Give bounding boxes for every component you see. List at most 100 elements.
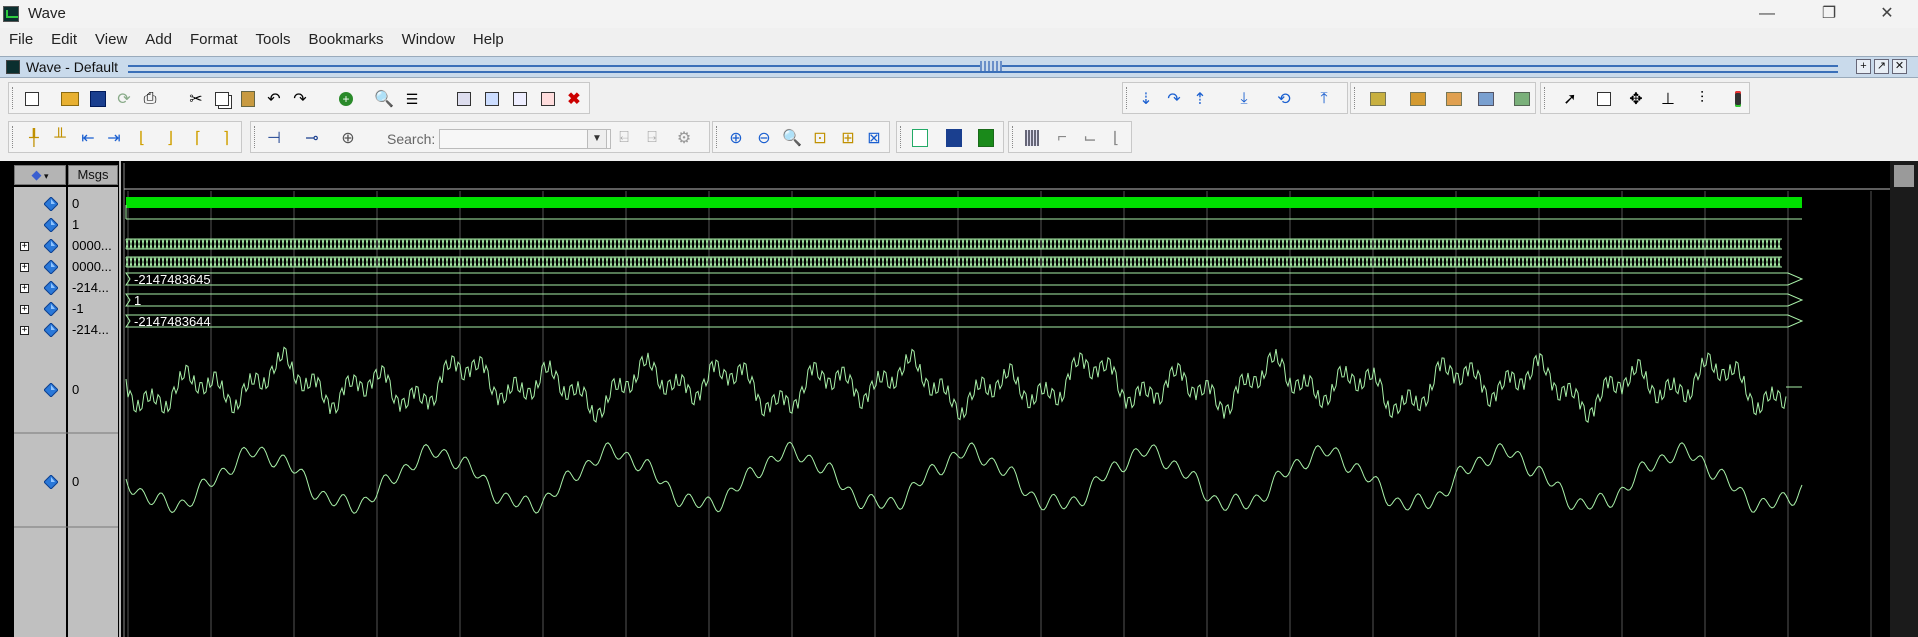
search-prev-icon[interactable]: ⍇ — [613, 127, 635, 149]
menu-file[interactable]: File — [0, 28, 42, 52]
next-transition-icon[interactable]: ⇥ — [103, 127, 125, 149]
restore-button[interactable]: ❐ — [1806, 0, 1852, 28]
reload-icon[interactable]: ⟳ — [113, 88, 135, 110]
menu-edit[interactable]: Edit — [42, 28, 86, 52]
toolbar-grip[interactable] — [1354, 87, 1358, 109]
step-over-dropdown-icon[interactable]: ⟲ — [1273, 88, 1295, 110]
step-into-dropdown-icon[interactable]: ⤓ — [1233, 88, 1255, 110]
zoom-last-icon[interactable]: ⊞ — [837, 127, 859, 149]
step-out-icon[interactable]: ⇡ — [1189, 88, 1211, 110]
toolbar-grip[interactable] — [12, 87, 16, 109]
undo-icon[interactable]: ↶ — [263, 88, 285, 110]
vertical-scrollbar[interactable] — [1890, 161, 1918, 637]
search-dropdown-arrow[interactable]: ▼ — [587, 129, 607, 149]
wave-subwindow-title: Wave - Default — [26, 59, 119, 75]
zoom-out-icon[interactable]: ⊖ — [753, 127, 775, 149]
dataflow-drivers-icon[interactable] — [1367, 88, 1389, 110]
waveform-canvas[interactable]: -2147483645 1 -2147483644 — [0, 161, 1890, 637]
simulate-icon[interactable] — [509, 88, 531, 110]
bus-value-label: -2147483644 — [134, 314, 211, 329]
prev-transition-icon[interactable]: ⇤ — [77, 127, 99, 149]
step-into-icon[interactable]: ⇣ — [1135, 88, 1157, 110]
step-over-icon[interactable]: ↷ — [1163, 88, 1185, 110]
select-mode-icon[interactable]: ➚ — [1559, 88, 1581, 110]
zoom-full-icon[interactable]: 🔍 — [781, 127, 803, 149]
menu-help[interactable]: Help — [464, 28, 513, 52]
search-input[interactable] — [439, 129, 611, 149]
hierarchy-icon[interactable]: ☰ — [401, 88, 423, 110]
prev-falling-edge-icon[interactable]: ⌊ — [131, 127, 153, 149]
toolbar-grip[interactable] — [1012, 126, 1016, 148]
prev-rising-edge-icon[interactable]: ⌈ — [187, 127, 209, 149]
compile-icon[interactable] — [453, 88, 475, 110]
redo-icon[interactable]: ↷ — [289, 88, 311, 110]
compile-all-icon[interactable] — [481, 88, 503, 110]
toolbar-grip[interactable] — [12, 126, 16, 148]
insert-cursor-icon[interactable]: ╀ — [23, 127, 45, 149]
cut-icon[interactable]: ✂ — [185, 88, 207, 110]
wave-subwindow-icon — [6, 60, 20, 74]
toolbar-step-group: ⇣ ↷ ⇡ ⤓ ⟲ ⤒ — [1122, 82, 1348, 114]
save-icon[interactable] — [87, 88, 109, 110]
menu-tools[interactable]: Tools — [247, 28, 300, 52]
menu-view[interactable]: View — [86, 28, 136, 52]
window-titlebar: Wave — ❐ ✕ — [0, 0, 1918, 28]
format-edge-icon[interactable]: ⌊ — [1105, 127, 1127, 149]
copy-icon[interactable] — [211, 88, 233, 110]
toolbar-grip[interactable] — [254, 126, 258, 148]
menu-bookmarks[interactable]: Bookmarks — [300, 28, 393, 52]
print-icon[interactable]: ⎙ — [139, 88, 161, 110]
paste-icon[interactable] — [237, 88, 259, 110]
next-rising-edge-icon[interactable]: ⌉ — [215, 127, 237, 149]
zoom-cursor-icon[interactable]: ⊡ — [809, 127, 831, 149]
end-simulation-icon[interactable]: ✖ — [563, 88, 585, 110]
dataflow-next-icon[interactable] — [1511, 88, 1533, 110]
step-out-all-icon[interactable]: ⤒ — [1313, 88, 1335, 110]
search-label: Search: — [387, 131, 436, 147]
show-signal-icon[interactable] — [975, 127, 997, 149]
zoom-mode-icon[interactable] — [1593, 88, 1615, 110]
menu-add[interactable]: Add — [136, 28, 181, 52]
pan-mode-icon[interactable]: ✥ — [1625, 88, 1647, 110]
subwindow-dock-button[interactable]: + — [1856, 59, 1871, 74]
bus-value-label: 1 — [134, 293, 141, 308]
delete-cursor-icon[interactable]: ╨ — [49, 127, 71, 149]
minimize-button[interactable]: — — [1744, 0, 1790, 28]
dataflow-readers-icon[interactable] — [1407, 88, 1429, 110]
toolbar-grip[interactable] — [900, 126, 904, 148]
toolbar-grip[interactable] — [1126, 87, 1130, 109]
traffic-light-icon[interactable] — [1727, 88, 1749, 110]
zoom-range-icon[interactable]: ⊠ — [863, 127, 885, 149]
format-rising-icon[interactable]: ⌐ — [1051, 127, 1073, 149]
show-cursors-icon[interactable] — [909, 127, 931, 149]
search-next-icon[interactable]: ⍈ — [641, 127, 663, 149]
wave-compare-dropdown-icon[interactable]: ⊸ — [301, 127, 323, 149]
dataflow-event-icon[interactable] — [1475, 88, 1497, 110]
menu-format[interactable]: Format — [181, 28, 247, 52]
break-icon[interactable] — [537, 88, 559, 110]
scrollbar-thumb[interactable] — [1894, 165, 1914, 187]
expression-builder-icon[interactable]: ⊕ — [337, 127, 359, 149]
menu-window[interactable]: Window — [393, 28, 464, 52]
zoom-in-icon[interactable]: ⊕ — [725, 127, 747, 149]
add-icon[interactable]: + — [335, 88, 357, 110]
show-grid-icon[interactable] — [943, 127, 965, 149]
dataflow-trace-icon[interactable] — [1443, 88, 1465, 110]
format-falling-icon[interactable]: ⌙ — [1079, 127, 1101, 149]
titlebar-grip[interactable] — [980, 61, 1002, 71]
cursor-mode-icon[interactable]: ⫶ — [1691, 88, 1713, 110]
open-folder-icon[interactable] — [59, 88, 81, 110]
new-icon[interactable] — [21, 88, 43, 110]
next-falling-edge-icon[interactable]: ⌋ — [159, 127, 181, 149]
find-icon[interactable]: 🔍 — [373, 88, 395, 110]
search-options-icon[interactable]: ⚙ — [673, 127, 695, 149]
close-button[interactable]: ✕ — [1864, 0, 1910, 28]
edit-mode-icon[interactable]: ⊥ — [1657, 88, 1679, 110]
toolbar-grip[interactable] — [716, 126, 720, 148]
bus-value-label: -2147483645 — [134, 272, 211, 287]
toolbar-grip[interactable] — [1544, 87, 1548, 109]
format-analog-icon[interactable] — [1021, 127, 1043, 149]
subwindow-undock-button[interactable]: ↗ — [1874, 59, 1889, 74]
subwindow-close-button[interactable]: ✕ — [1892, 59, 1907, 74]
wave-compare-icon[interactable]: ⊣ — [263, 127, 285, 149]
